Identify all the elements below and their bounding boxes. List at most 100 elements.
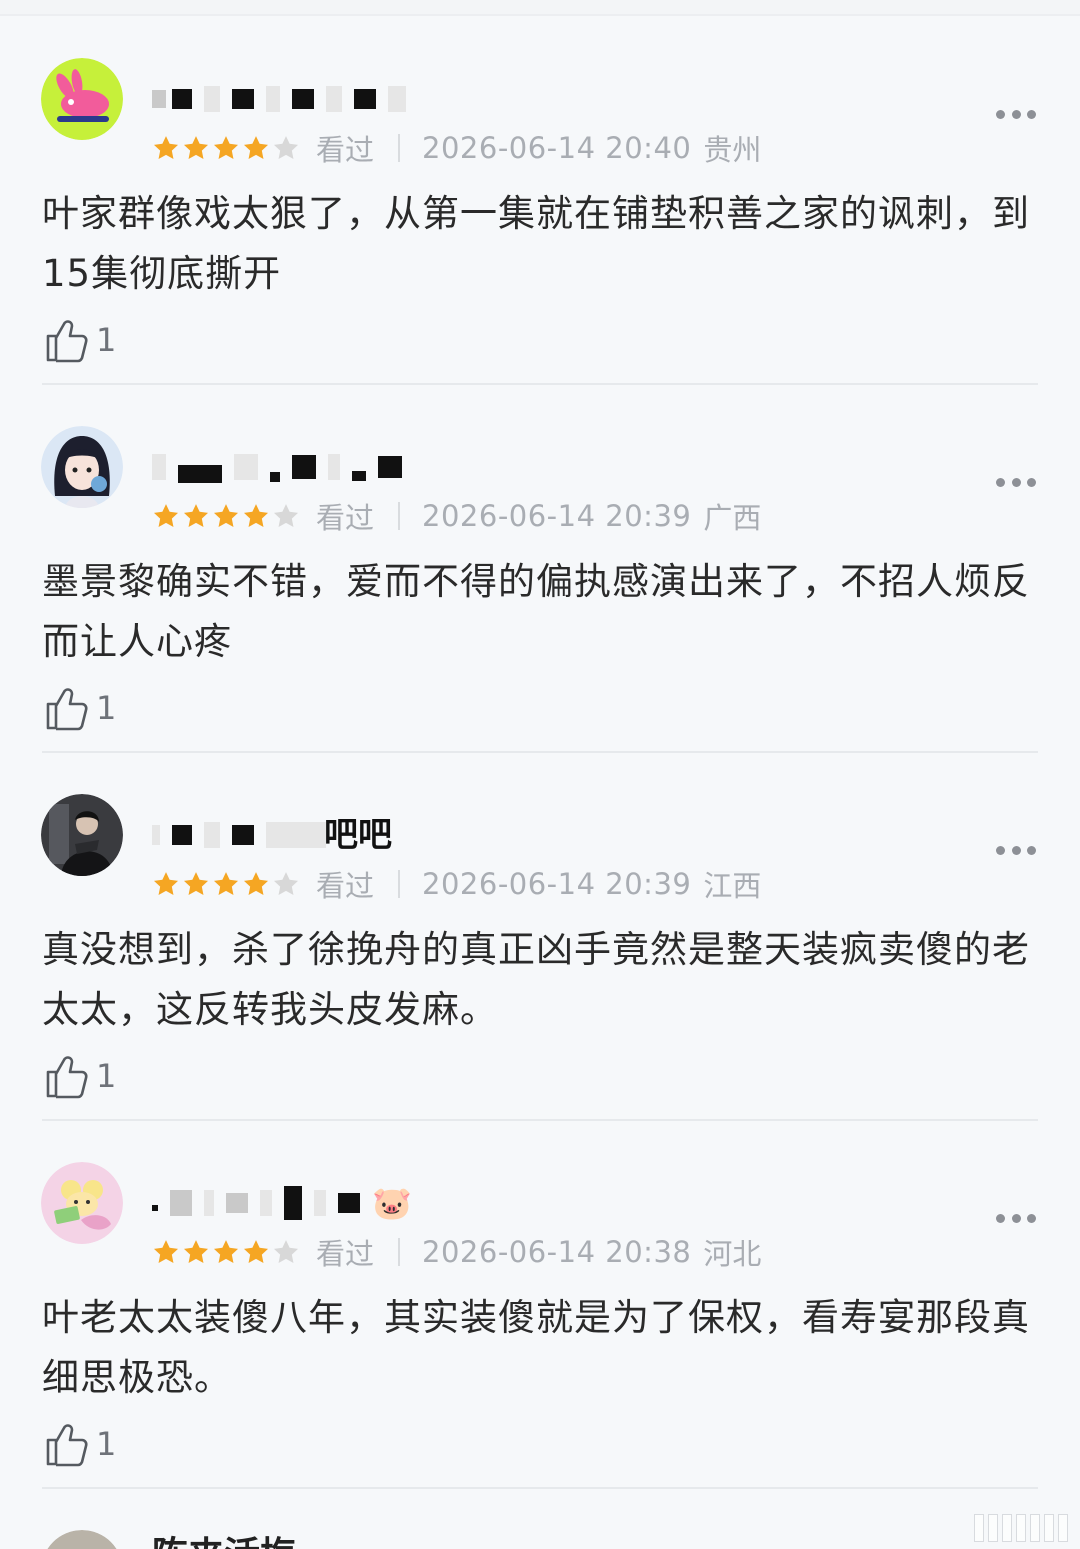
- review-meta: 看过 2026-06-14 20:38 河北: [152, 1232, 761, 1272]
- review-meta: 看过 2026-06-14 20:40 贵州: [152, 128, 761, 168]
- redaction: [270, 472, 280, 482]
- star-filled-icon: [243, 136, 269, 159]
- redaction: [232, 825, 254, 845]
- user-avatar[interactable]: [41, 1530, 123, 1549]
- thumbs-up-icon: [46, 320, 88, 363]
- redaction: [234, 454, 258, 480]
- thumbs-up-icon: [46, 1056, 88, 1099]
- like-count: 1: [96, 1425, 117, 1463]
- user-avatar[interactable]: [41, 58, 123, 140]
- star-filled-icon: [243, 1240, 269, 1263]
- review-divider: [42, 1487, 1038, 1489]
- dark-figure-icon: [41, 794, 123, 876]
- meta-separator: [398, 870, 401, 898]
- thumbs-up-icon: [46, 1424, 88, 1467]
- star-filled-icon: [153, 872, 179, 895]
- top-divider: [0, 0, 1080, 16]
- review-date: 2026-06-14 20:38: [422, 1235, 692, 1269]
- username[interactable]: [152, 74, 406, 124]
- review-date: 2026-06-14 20:39: [422, 499, 692, 533]
- review-location: 江西: [703, 869, 762, 903]
- more-options-icon[interactable]: [996, 1208, 1036, 1228]
- pig-face-emoji: 🐷: [372, 1184, 412, 1222]
- star-filled-icon: [183, 504, 209, 527]
- like-button[interactable]: 1: [44, 312, 116, 368]
- star-empty-icon: [273, 504, 299, 527]
- review-meta: 看过 2026-06-14 20:39 江西: [152, 864, 761, 904]
- redaction: [152, 454, 166, 480]
- like-button[interactable]: 1: [44, 1048, 116, 1104]
- redaction: [388, 86, 406, 112]
- redaction: [378, 456, 402, 478]
- star-filled-icon: [183, 136, 209, 159]
- redaction: [232, 89, 254, 109]
- review-card: 吧吧 看过 2026-06-14 20:39 江西 真没想到，杀了徐挽舟的真正凶…: [0, 752, 1080, 1121]
- star-empty-icon: [273, 136, 299, 159]
- star-filled-icon: [183, 1240, 209, 1263]
- more-options-icon[interactable]: [996, 472, 1036, 492]
- review-date: 2026-06-14 20:40: [422, 131, 692, 165]
- redaction: [152, 1205, 158, 1211]
- watch-status: 看过: [316, 869, 375, 903]
- username[interactable]: 🐷: [152, 1178, 412, 1228]
- redaction: [204, 86, 220, 112]
- redaction: [266, 86, 280, 112]
- redaction: [292, 455, 316, 479]
- redaction: [226, 1193, 248, 1213]
- redaction: [292, 89, 314, 109]
- star-filled-icon: [213, 872, 239, 895]
- star-filled-icon: [213, 1240, 239, 1263]
- thumbs-up-icon: [46, 688, 88, 731]
- star-rating: [152, 1238, 300, 1266]
- meta-separator: [398, 502, 401, 530]
- like-button[interactable]: 1: [44, 680, 116, 736]
- next-review-peek: 陈夹活梅: [0, 1490, 1080, 1549]
- star-rating: [152, 134, 300, 162]
- username[interactable]: [152, 442, 402, 492]
- redaction: [178, 465, 222, 483]
- star-filled-icon: [153, 1240, 179, 1263]
- review-card: 看过 2026-06-14 20:39 广西 墨景黎确实不错，爱而不得的偏执感演…: [0, 384, 1080, 753]
- star-filled-icon: [243, 504, 269, 527]
- like-count: 1: [96, 321, 117, 359]
- username-visible-part: 吧吧: [324, 815, 392, 855]
- more-options-icon[interactable]: [996, 104, 1036, 124]
- review-meta: 看过 2026-06-14 20:39 广西: [152, 496, 761, 536]
- review-location: 广西: [703, 501, 762, 535]
- redaction: [328, 454, 340, 480]
- star-filled-icon: [183, 872, 209, 895]
- redaction: [170, 1190, 192, 1216]
- user-avatar[interactable]: [41, 794, 123, 876]
- redaction: [260, 1190, 272, 1216]
- redaction: [352, 471, 366, 481]
- review-text: 墨景黎确实不错，爱而不得的偏执感演出来了，不招人烦反而让人心疼: [42, 560, 1030, 663]
- redaction: [152, 90, 166, 108]
- review-card: 🐷 看过 2026-06-14 20:38 河北 叶老太太装傻八年，其实装傻就是…: [0, 1120, 1080, 1489]
- star-filled-icon: [213, 504, 239, 527]
- star-rating: [152, 502, 300, 530]
- review-text: 叶老太太装傻八年，其实装傻就是为了保权，看寿宴那段真细思极恐。: [42, 1296, 1030, 1399]
- redaction: [338, 1193, 360, 1213]
- star-filled-icon: [153, 504, 179, 527]
- redaction: [314, 1190, 326, 1216]
- star-empty-icon: [273, 1240, 299, 1263]
- user-avatar[interactable]: [41, 426, 123, 508]
- review-text: 叶家群像戏太狠了，从第一集就在铺垫积善之家的讽刺，到15集彻底撕开: [42, 192, 1030, 295]
- star-filled-icon: [153, 136, 179, 159]
- like-count: 1: [96, 1057, 117, 1095]
- like-button[interactable]: 1: [44, 1416, 116, 1472]
- avatar-icon: [47, 1530, 117, 1549]
- redaction: [326, 86, 342, 112]
- like-count: 1: [96, 689, 117, 727]
- meta-separator: [398, 134, 401, 162]
- anime-girl-icon: [41, 426, 123, 508]
- review-card: 看过 2026-06-14 20:40 贵州 叶家群像戏太狠了，从第一集就在铺垫…: [0, 16, 1080, 385]
- cartoon-money-icon: [41, 1162, 123, 1244]
- star-filled-icon: [243, 872, 269, 895]
- username[interactable]: 陈夹活梅: [152, 1526, 296, 1549]
- username[interactable]: 吧吧: [152, 810, 392, 860]
- more-options-icon[interactable]: [996, 840, 1036, 860]
- review-location: 贵州: [703, 133, 762, 167]
- star-empty-icon: [273, 872, 299, 895]
- user-avatar[interactable]: [41, 1162, 123, 1244]
